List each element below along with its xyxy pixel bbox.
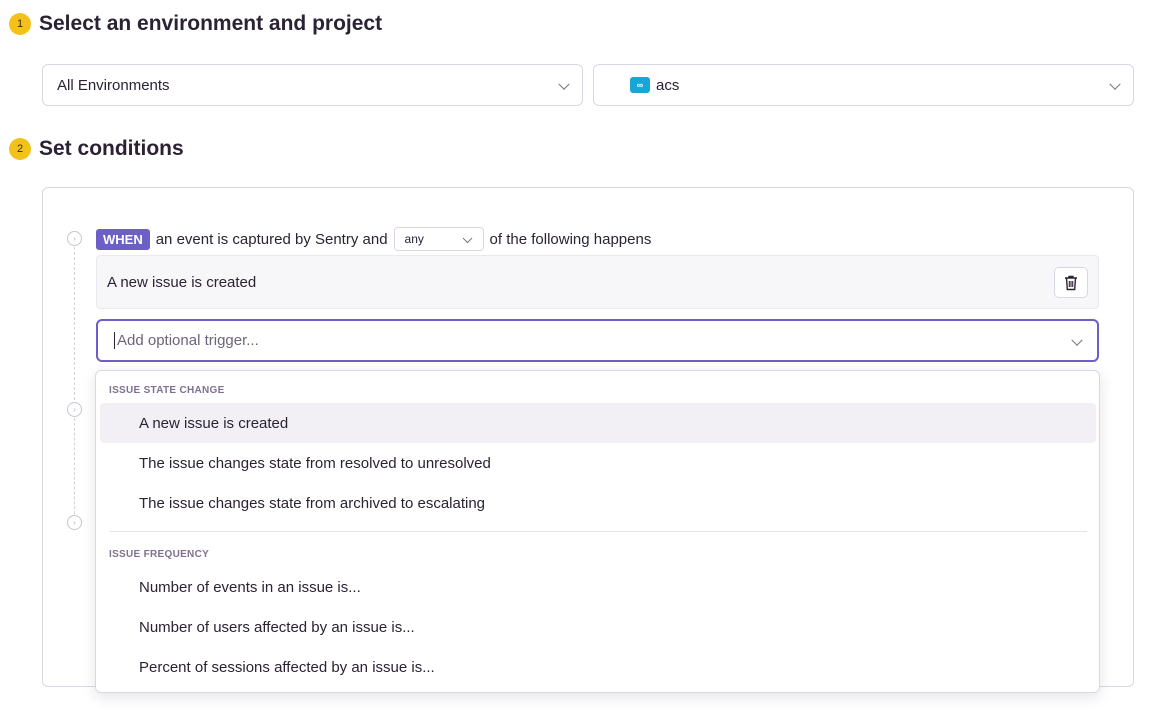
option-number-of-events[interactable]: Number of events in an issue is...: [100, 567, 1096, 607]
option-number-of-users[interactable]: Number of users affected by an issue is.…: [100, 607, 1096, 647]
option-percent-of-sessions[interactable]: Percent of sessions affected by an issue…: [100, 647, 1096, 687]
add-trigger-placeholder: Add optional trigger...: [117, 332, 259, 349]
step-number-badge: 1: [9, 13, 31, 35]
step-1-heading: 1 Select an environment and project: [9, 12, 382, 36]
chevron-down-icon: [1109, 78, 1121, 90]
trigger-dropdown-menu: ISSUE STATE CHANGE A new issue is create…: [95, 370, 1100, 693]
match-type-value: any: [404, 232, 424, 246]
timeline-step-icon: ›: [67, 515, 82, 530]
environment-select-value: All Environments: [57, 76, 170, 94]
add-trigger-input[interactable]: Add optional trigger...: [96, 319, 1099, 362]
step-1-title: Select an environment and project: [39, 12, 383, 35]
chevron-down-icon: [1071, 334, 1083, 346]
trigger-label: A new issue is created: [107, 273, 257, 291]
project-select-value: acs: [656, 76, 680, 94]
chevron-down-icon: [462, 233, 472, 244]
step-2-heading: 2 Set conditions: [9, 137, 184, 161]
step-number-badge: 2: [9, 138, 31, 160]
project-platform-icon: ∞: [630, 77, 650, 93]
delete-trigger-button[interactable]: [1054, 267, 1088, 298]
timeline-connector: [74, 418, 75, 514]
project-select[interactable]: ∞ acs: [593, 64, 1134, 106]
when-badge: WHEN: [96, 228, 150, 250]
step-2-title: Set conditions: [39, 137, 184, 160]
trigger-row: A new issue is created: [96, 255, 1099, 309]
timeline-step-icon: ›: [67, 402, 82, 417]
trash-icon: [1065, 275, 1077, 290]
environment-select[interactable]: All Environments: [42, 64, 583, 106]
text-cursor: [114, 332, 115, 349]
option-archived-to-escalating[interactable]: The issue changes state from archived to…: [100, 483, 1096, 523]
when-condition-row: WHEN an event is captured by Sentry and …: [96, 227, 651, 251]
timeline-connector: [74, 247, 75, 400]
match-type-select[interactable]: any: [393, 227, 484, 251]
timeline-step-icon: ›: [67, 231, 82, 246]
when-text-before: an event is captured by Sentry and: [155, 230, 388, 248]
group-header-issue-state-change: ISSUE STATE CHANGE: [109, 385, 225, 396]
option-new-issue-created[interactable]: A new issue is created: [100, 403, 1096, 443]
when-text-after: of the following happens: [489, 230, 652, 248]
chevron-down-icon: [558, 78, 570, 90]
group-header-issue-frequency: ISSUE FREQUENCY: [109, 549, 210, 560]
menu-divider: [109, 531, 1087, 532]
option-resolved-to-unresolved[interactable]: The issue changes state from resolved to…: [100, 443, 1096, 483]
